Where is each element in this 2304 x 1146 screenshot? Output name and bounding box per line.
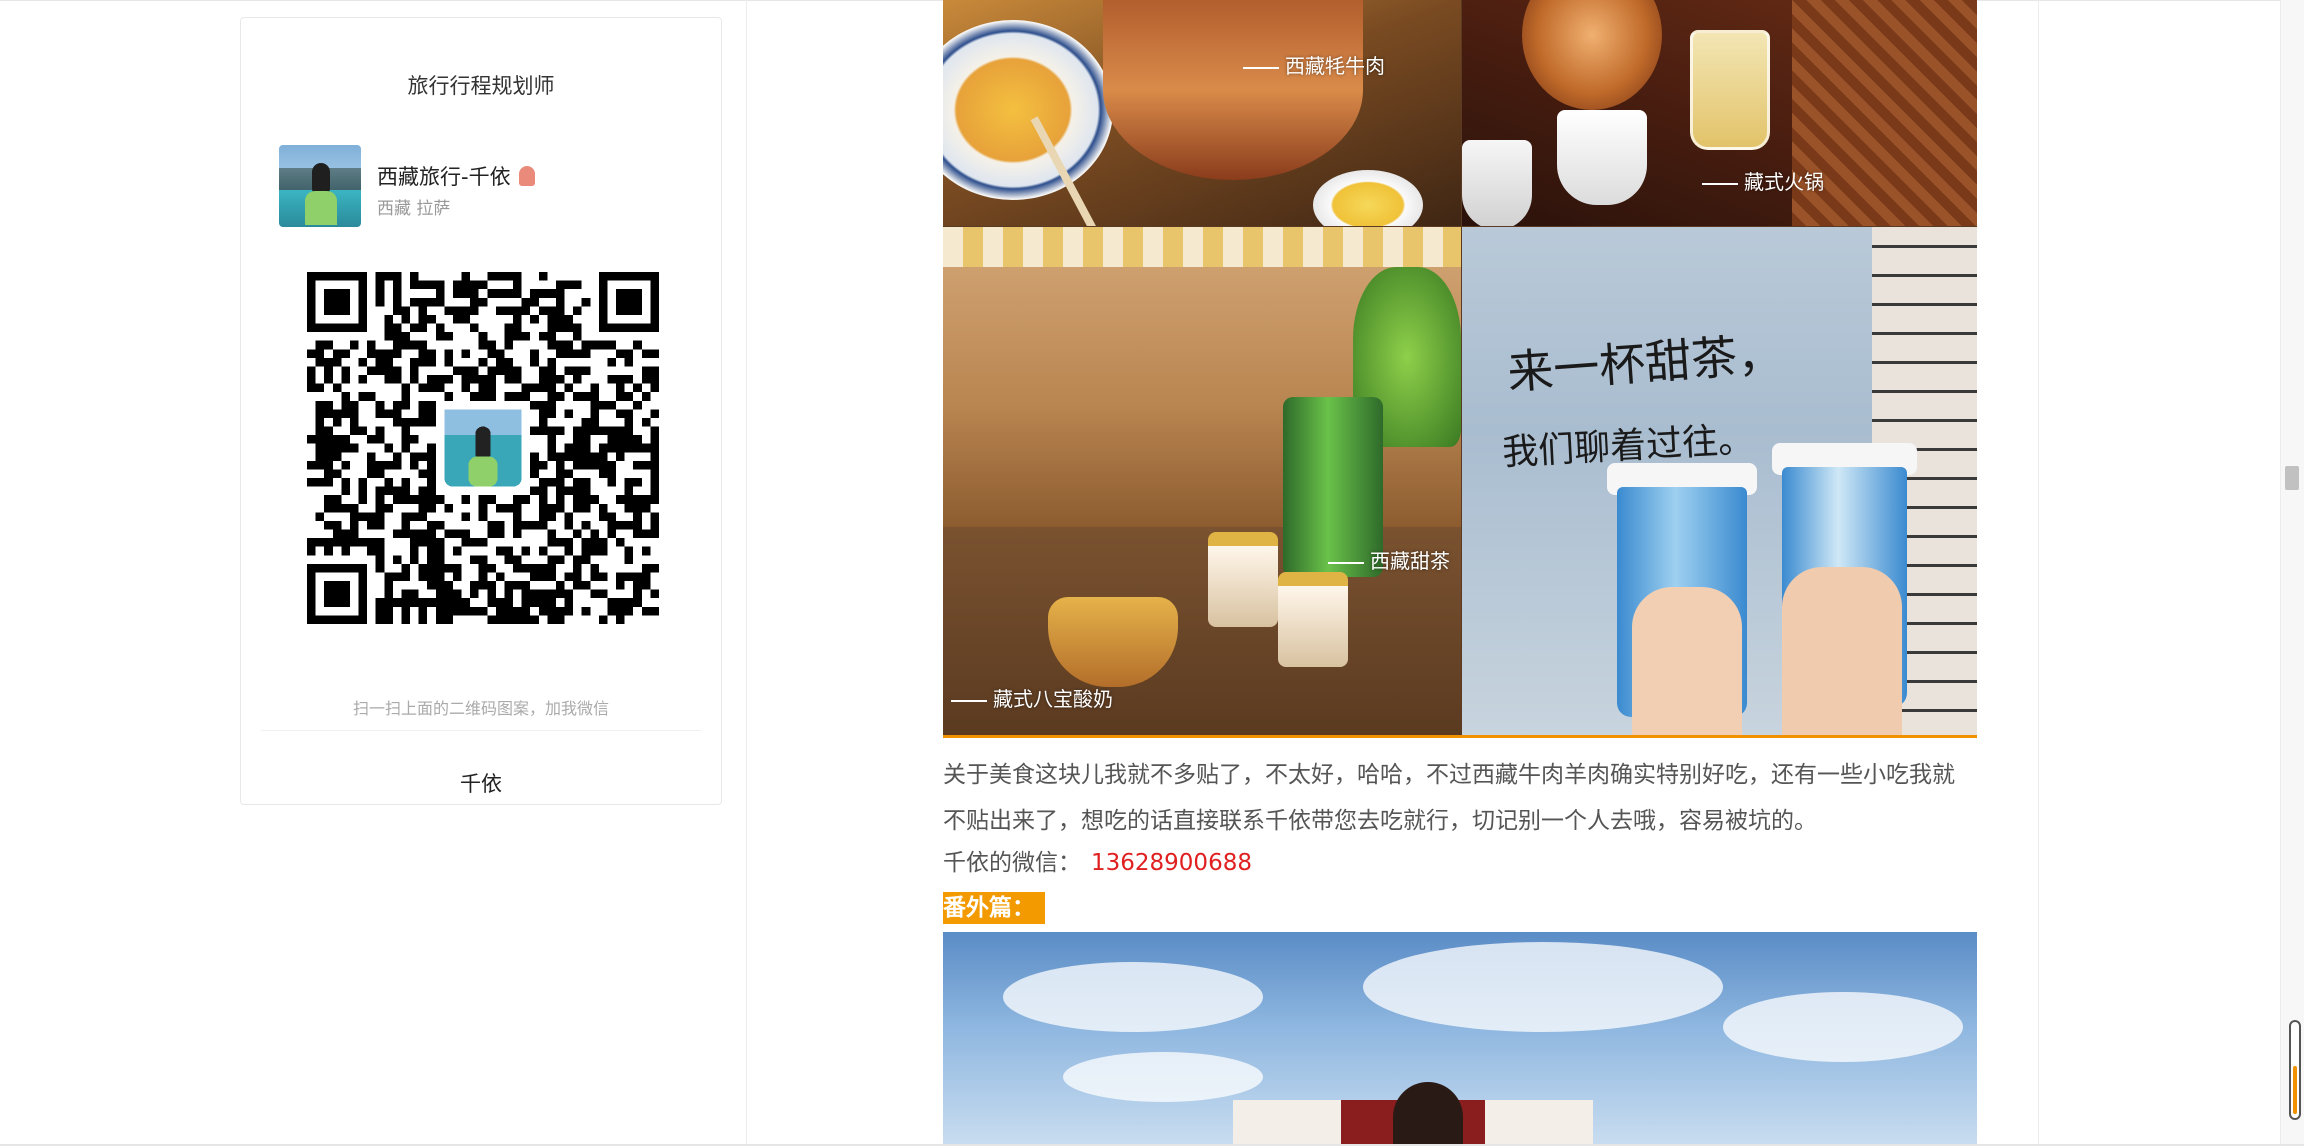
scrollbar-thumb[interactable]: [2285, 466, 2299, 490]
wechat-number[interactable]: 13628900688: [1091, 850, 1252, 876]
food-paragraph: 关于美食这块儿我就不多贴了，不太好，哈哈，不过西藏牛肉羊肉确实特别好吃，还有一些…: [943, 762, 1955, 834]
label-yak-meat: 西藏牦牛肉: [1243, 50, 1385, 79]
wechat-qr-code: [307, 272, 659, 650]
card-divider: [261, 730, 701, 731]
collage-bottom-bar: [943, 735, 1977, 738]
food-collage-image: 西藏牦牛肉 藏式火锅 西藏甜茶 藏式八宝酸奶 来一杯甜茶， 我们聊着过往。: [943, 0, 1977, 738]
wechat-label: 千依的微信：: [943, 850, 1081, 876]
extra-heading: 番外篇：: [943, 892, 1045, 924]
card-footer-name[interactable]: 千依: [241, 768, 721, 798]
profile[interactable]: 西藏旅行-千依 西藏 拉萨: [279, 145, 699, 229]
yak-meat-photo: 西藏牦牛肉: [943, 0, 1461, 226]
card-title: 旅行行程规划师: [407, 74, 555, 98]
scroll-progress-indicator[interactable]: [2289, 1020, 2301, 1120]
profile-location: 西藏 拉萨: [377, 199, 451, 219]
potala-palace-photo: [943, 932, 1977, 1146]
scrollbar-track[interactable]: [2280, 0, 2304, 1146]
label-yogurt: 藏式八宝酸奶: [951, 683, 1113, 712]
qr-hint: 扫一扫上面的二维码图案，加我微信: [352, 699, 609, 718]
qr-code-image: [307, 272, 659, 624]
label-hotpot: 藏式火锅: [1702, 166, 1824, 195]
sweet-tea-photo: 西藏甜茶 藏式八宝酸奶: [943, 227, 1461, 738]
emoji-icon: [518, 166, 535, 186]
profile-name: 西藏旅行-千依: [377, 161, 535, 191]
left-column-divider: [746, 0, 747, 1146]
right-column-divider: [2038, 0, 2039, 1146]
poster-line-1: 来一杯甜茶，: [1505, 326, 1785, 400]
label-sweet-tea: 西藏甜茶: [1328, 545, 1450, 574]
avatar: [279, 145, 361, 227]
contact-card: 旅行行程规划师 西藏旅行-千依 西藏 拉萨 扫一扫上面的二维码图案，加我微信 千…: [240, 17, 722, 805]
hotpot-photo: 藏式火锅: [1462, 0, 1977, 226]
wechat-line: 千依的微信： 13628900688: [943, 845, 1252, 881]
page: 旅行行程规划师 西藏旅行-千依 西藏 拉萨 扫一扫上面的二维码图案，加我微信 千…: [0, 0, 2304, 1146]
tea-drinks-photo: 来一杯甜茶， 我们聊着过往。: [1462, 227, 1977, 738]
